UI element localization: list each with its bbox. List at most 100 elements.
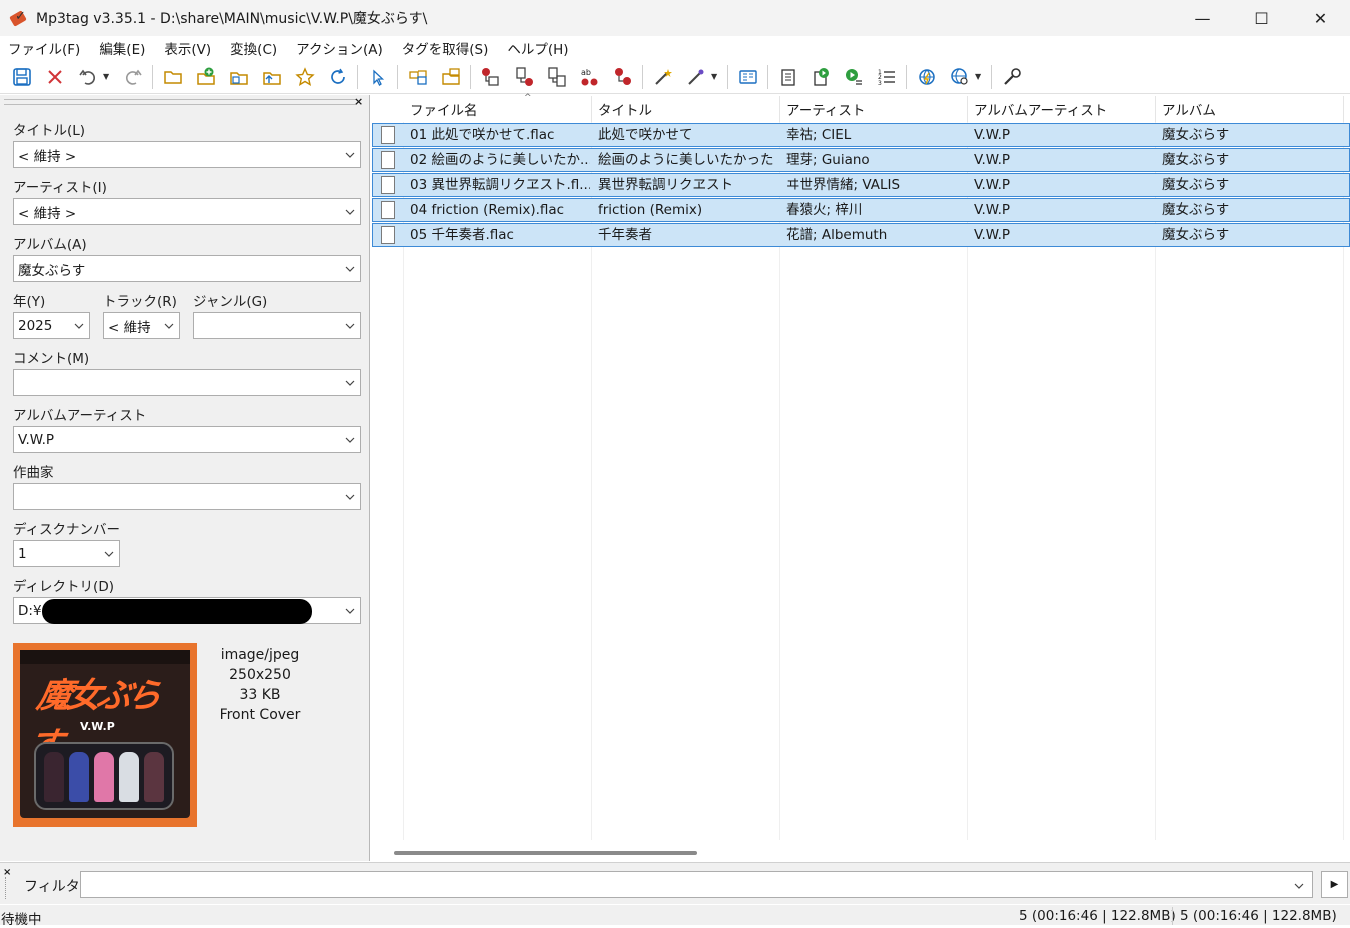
chevron-down-icon[interactable] [345, 262, 355, 272]
chevron-down-icon[interactable] [345, 604, 355, 614]
numbering-icon[interactable]: 123 [875, 65, 898, 88]
title-field[interactable]: < 維持 > [13, 141, 361, 168]
artist-label: アーティスト(I) [13, 180, 107, 196]
tag-tag-icon[interactable] [611, 65, 634, 88]
select-icon[interactable] [366, 65, 389, 88]
table-row[interactable]: 04 friction (Remix).flac friction (Remix… [372, 198, 1350, 222]
close-panel-icon[interactable]: × [354, 95, 363, 108]
file-icon [381, 176, 395, 194]
menu-edit[interactable]: 編集(E) [99, 38, 145, 58]
cell-artist: ヰ世界情緒; VALIS [786, 177, 901, 193]
album-field[interactable]: 魔女ぶらす [13, 255, 361, 282]
column-header-artist[interactable]: アーティスト [780, 96, 968, 122]
cover-art-image[interactable]: 魔女ぶらす V.W.P [13, 643, 197, 827]
tag-panel-grip[interactable] [4, 99, 356, 105]
status-bar: 待機中 5 (00:16:46 | 122.8MB) 5 (00:16:46 |… [0, 905, 1350, 928]
chevron-down-icon[interactable] [345, 433, 355, 443]
web-source-dropdown-icon[interactable]: ▼ [975, 72, 983, 81]
refresh-icon[interactable] [326, 65, 349, 88]
table-row[interactable]: 03 異世界転調リクヱスト.fl... 異世界転調リクヱスト ヰ世界情緒; VA… [372, 173, 1350, 197]
track-field[interactable]: < 維持 [103, 312, 180, 339]
year-field[interactable]: 2025 [13, 312, 90, 339]
chevron-down-icon[interactable] [345, 376, 355, 386]
favorite-icon[interactable] [293, 65, 316, 88]
quick-action-dropdown-icon[interactable]: ▼ [711, 72, 719, 81]
artist-field[interactable]: < 維持 > [13, 198, 361, 225]
menu-file[interactable]: ファイル(F) [8, 38, 80, 58]
export-icon[interactable] [260, 65, 283, 88]
tag-from-filename-icon[interactable] [406, 65, 429, 88]
export-list-icon[interactable] [776, 65, 799, 88]
composer-field[interactable] [13, 483, 361, 510]
status-selected: 5 (00:16:46 | 122.8MB) [1019, 908, 1176, 924]
undo-dropdown-icon[interactable]: ▼ [103, 72, 111, 81]
filter-go-button[interactable]: ▶ [1321, 871, 1348, 898]
status-text: 待機中 [1, 912, 42, 928]
web-source-icon[interactable] [915, 65, 938, 88]
column-label: ファイル名 [410, 103, 478, 119]
chevron-down-icon[interactable] [345, 319, 355, 329]
directory-value: D:¥ [18, 602, 42, 619]
cell-album: 魔女ぶらす [1162, 227, 1230, 243]
table-row[interactable]: 05 千年奏者.flac 千年奏者 花譜; Albemuth V.W.P 魔女ぶ… [372, 223, 1350, 247]
web-source-search-icon[interactable] [948, 65, 971, 88]
mp3tag-app-icon: ✓ [9, 9, 28, 27]
redo-icon[interactable] [121, 65, 144, 88]
table-row[interactable]: 02 絵画のように美しいたか... 絵画のように美しいたかった 理芽; Guia… [372, 148, 1350, 172]
chevron-down-icon[interactable] [1294, 880, 1304, 890]
horizontal-scrollbar[interactable] [394, 851, 697, 855]
cell-artist: 理芽; Guiano [786, 152, 870, 168]
column-header-album[interactable]: アルバム [1156, 96, 1344, 122]
minimize-button[interactable]: — [1173, 0, 1232, 36]
track-value: < 維持 [108, 319, 151, 336]
filename-from-tag-icon[interactable] [439, 65, 462, 88]
options-wrench-icon[interactable] [1000, 65, 1023, 88]
chevron-down-icon[interactable] [74, 319, 84, 329]
chevron-down-icon[interactable] [345, 148, 355, 158]
menu-view[interactable]: 表示(V) [164, 38, 211, 58]
case-convert-icon[interactable]: ab [578, 65, 601, 88]
toolbar: ▼ ab ▼ 123 ▼ [0, 60, 1350, 94]
chevron-down-icon[interactable] [345, 205, 355, 215]
undo-icon[interactable] [76, 65, 99, 88]
menu-convert[interactable]: 変換(C) [230, 38, 277, 58]
quick-action-icon[interactable] [684, 65, 707, 88]
directory-field[interactable]: D:¥ [13, 597, 361, 624]
column-header-filename[interactable]: ファイル名 ^ [404, 93, 592, 122]
cover-type: Front Cover [219, 707, 301, 723]
playlist-icon[interactable] [809, 65, 832, 88]
menu-help[interactable]: ヘルプ(H) [507, 38, 568, 58]
open-folder-icon[interactable] [161, 65, 184, 88]
cell-title: friction (Remix) [598, 202, 703, 218]
filename-to-tag-icon[interactable] [512, 65, 535, 88]
menu-tag-sources[interactable]: タグを取得(S) [402, 38, 489, 58]
table-row[interactable]: 01 此処で咲かせて.flac 此処で咲かせて 幸祜; CIEL V.W.P 魔… [372, 123, 1350, 147]
comment-field[interactable] [13, 369, 361, 396]
chevron-down-icon[interactable] [104, 547, 114, 557]
save-icon[interactable] [10, 65, 33, 88]
genre-field[interactable] [193, 312, 361, 339]
filter-input[interactable] [80, 871, 1313, 898]
cell-title: 異世界転調リクヱスト [598, 177, 733, 193]
svg-text:ab: ab [581, 68, 591, 77]
chevron-down-icon[interactable] [164, 319, 174, 329]
import-icon[interactable] [227, 65, 250, 88]
album-artist-field[interactable]: V.W.P [13, 426, 361, 453]
actions-icon[interactable] [651, 65, 674, 88]
cover-art-title: 魔女ぶらす [25, 676, 161, 765]
play-icon[interactable] [842, 65, 865, 88]
column-header-album-artist[interactable]: アルバムアーティスト [968, 96, 1156, 122]
column-header-title[interactable]: タイトル [592, 96, 780, 122]
close-window-button[interactable]: ✕ [1291, 0, 1350, 36]
extended-tags-icon[interactable] [736, 65, 759, 88]
toolbar-separator [397, 64, 398, 89]
remove-tag-icon[interactable] [43, 65, 66, 88]
maximize-button[interactable]: ☐ [1232, 0, 1291, 36]
chevron-down-icon[interactable] [345, 490, 355, 500]
tag-to-filename-icon[interactable] [479, 65, 502, 88]
filter-grip[interactable] [5, 877, 8, 899]
menu-actions[interactable]: アクション(A) [296, 38, 383, 58]
add-folder-icon[interactable] [194, 65, 217, 88]
disc-field[interactable]: 1 [13, 540, 120, 567]
filename-rename-icon[interactable] [545, 65, 568, 88]
